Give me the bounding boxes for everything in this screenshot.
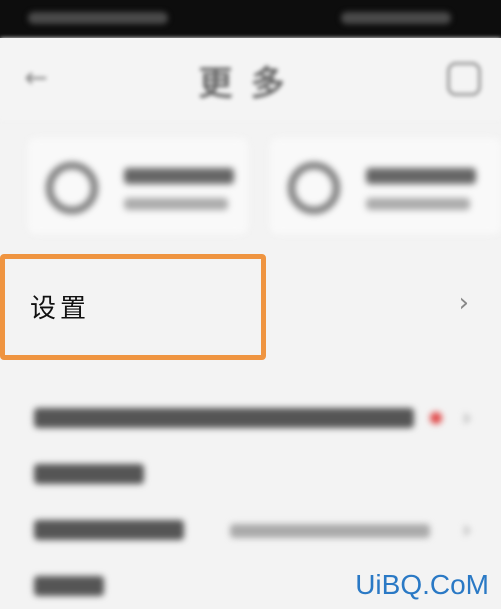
status-bar-left-info: [28, 12, 168, 24]
chevron-right-icon: ›: [458, 288, 469, 318]
card-right-title: [366, 168, 476, 184]
card-left-icon: [46, 162, 98, 214]
notification-dot: [430, 412, 442, 424]
quick-card-right[interactable]: [270, 138, 501, 234]
more-options-icon[interactable]: [447, 62, 481, 96]
list-item[interactable]: ›: [0, 504, 501, 554]
list-item[interactable]: [0, 448, 501, 498]
nav-bar: ← 更多: [0, 38, 501, 120]
quick-card-left[interactable]: [28, 138, 248, 234]
card-left-title: [124, 168, 234, 184]
list-item-text: [34, 408, 414, 428]
chevron-right-icon: ›: [462, 518, 471, 543]
quick-cards: [0, 130, 501, 240]
card-right-icon: [288, 162, 340, 214]
settings-row[interactable]: 设置 ›: [0, 254, 501, 360]
status-bar: [0, 0, 501, 38]
watermark: UiBQ.CoM: [355, 569, 489, 600]
list-item-text: [34, 520, 184, 540]
list-item-text: [34, 464, 144, 484]
chevron-right-icon: ›: [462, 406, 471, 431]
card-left-subtitle: [124, 198, 228, 210]
status-bar-right-info: [341, 12, 451, 24]
settings-label: 设置: [30, 294, 91, 324]
list-item[interactable]: ›: [0, 384, 501, 434]
list-item-text: [34, 576, 104, 596]
page-title: 更多: [198, 64, 303, 104]
card-right-subtitle: [366, 198, 470, 210]
list-item-value: [230, 524, 430, 538]
